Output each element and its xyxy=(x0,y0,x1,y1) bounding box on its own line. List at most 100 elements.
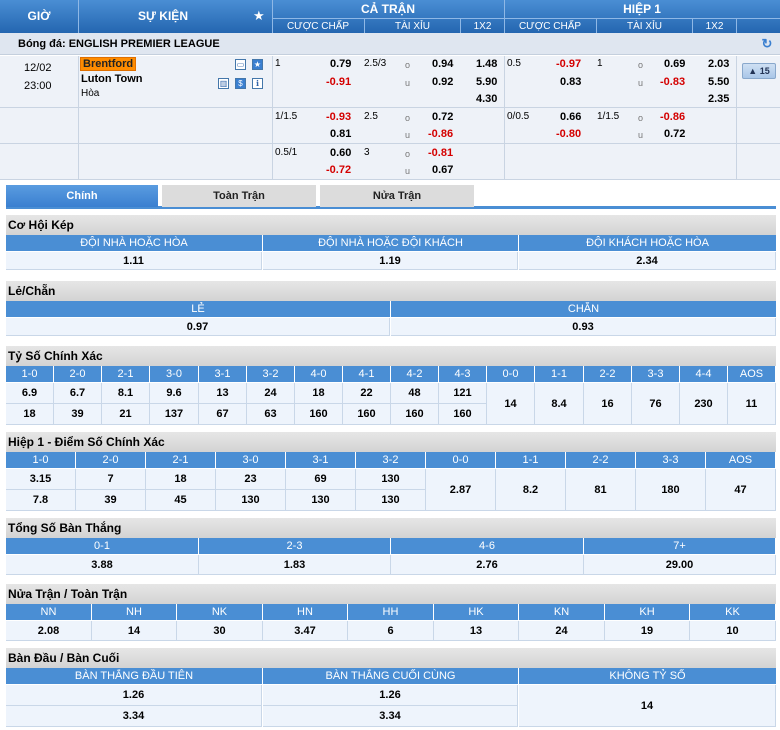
odds-value[interactable]: 1.26 xyxy=(263,685,518,706)
odds-value[interactable]: 1.83 xyxy=(199,555,391,575)
odds-value[interactable]: 121 xyxy=(439,383,487,404)
ft-handicap-home[interactable]: 0.60 xyxy=(330,147,351,159)
ft-over-odds[interactable]: 0.94 xyxy=(432,58,453,70)
tab-main[interactable]: Chính xyxy=(6,185,158,207)
h1-under-odds[interactable]: -0.83 xyxy=(660,76,685,88)
odds-value[interactable]: 30 xyxy=(177,621,263,641)
away-team[interactable]: Luton Town xyxy=(81,73,143,85)
tab-half-match[interactable]: Nửa Trận xyxy=(320,185,474,207)
odds-value[interactable]: 160 xyxy=(391,404,439,425)
ft-over-odds[interactable]: -0.81 xyxy=(428,147,453,159)
odds-value[interactable]: 11 xyxy=(728,383,776,425)
odds-value[interactable]: 6 xyxy=(348,621,434,641)
odds-value[interactable]: 16 xyxy=(584,383,632,425)
odds-value[interactable]: 1.11 xyxy=(6,252,262,270)
odds-value[interactable]: 180 xyxy=(636,469,706,511)
odds-value[interactable]: 14 xyxy=(92,621,177,641)
odds-value[interactable]: 0.97 xyxy=(6,318,390,336)
tab-full-match[interactable]: Toàn Trận xyxy=(162,185,316,207)
odds-value[interactable]: 130 xyxy=(286,490,356,511)
odds-value[interactable]: 14 xyxy=(487,383,535,425)
ft-under-odds[interactable]: 0.92 xyxy=(432,76,453,88)
odds-value[interactable]: 1.19 xyxy=(263,252,518,270)
odds-value[interactable]: 13 xyxy=(199,383,247,404)
odds-value[interactable]: 1.26 xyxy=(6,685,262,706)
odds-value[interactable]: 160 xyxy=(439,404,487,425)
ft-1x2-home[interactable]: 1.48 xyxy=(476,58,497,70)
ft-handicap-home[interactable]: 0.79 xyxy=(330,58,351,70)
odds-value[interactable]: 137 xyxy=(150,404,199,425)
favorite-star-icon[interactable]: ★ xyxy=(252,59,263,70)
odds-value[interactable]: 3.15 xyxy=(6,469,76,490)
odds-value[interactable]: 3.47 xyxy=(263,621,348,641)
odds-value[interactable]: 22 xyxy=(343,383,391,404)
odds-value[interactable]: 6.7 xyxy=(54,383,102,404)
odds-value[interactable]: 63 xyxy=(247,404,295,425)
live-tv-icon[interactable]: ▭ xyxy=(235,59,246,70)
h1-handicap-away[interactable]: 0.83 xyxy=(560,76,581,88)
odds-value[interactable]: 6.9 xyxy=(6,383,54,404)
odds-value[interactable]: 69 xyxy=(286,469,356,490)
h1-over-odds[interactable]: 0.69 xyxy=(664,58,685,70)
info-icon[interactable]: ℹ xyxy=(252,78,263,89)
h1-1x2-away[interactable]: 5.50 xyxy=(708,76,729,88)
ft-over-odds[interactable]: 0.72 xyxy=(432,111,453,123)
odds-value[interactable]: 39 xyxy=(54,404,102,425)
odds-value[interactable]: 8.2 xyxy=(496,469,566,511)
odds-value[interactable]: 48 xyxy=(391,383,439,404)
odds-value[interactable]: 2.76 xyxy=(391,555,584,575)
odds-value[interactable]: 81 xyxy=(566,469,636,511)
odds-value[interactable]: 7 xyxy=(76,469,146,490)
h1-over-odds[interactable]: -0.86 xyxy=(660,111,685,123)
odds-value[interactable]: 160 xyxy=(343,404,391,425)
stats-chart-icon[interactable]: ▥ xyxy=(218,78,229,89)
odds-value[interactable]: 10 xyxy=(690,621,776,641)
odds-value[interactable]: 45 xyxy=(146,490,216,511)
odds-value[interactable]: 8.1 xyxy=(102,383,150,404)
odds-value[interactable]: 24 xyxy=(247,383,295,404)
odds-value[interactable]: 14 xyxy=(519,685,776,727)
odds-value[interactable]: 2.08 xyxy=(6,621,92,641)
odds-value[interactable]: 7.8 xyxy=(6,490,76,511)
more-bets-button[interactable]: ▲ 15 xyxy=(742,63,776,79)
odds-value[interactable]: 18 xyxy=(6,404,54,425)
ft-handicap-away[interactable]: 0.81 xyxy=(330,128,351,140)
odds-value[interactable]: 24 xyxy=(519,621,605,641)
ft-handicap-away[interactable]: -0.72 xyxy=(326,164,351,176)
odds-value[interactable]: 76 xyxy=(632,383,680,425)
odds-value[interactable]: 3.88 xyxy=(6,555,199,575)
h1-handicap-home[interactable]: -0.97 xyxy=(556,58,581,70)
odds-value[interactable]: 130 xyxy=(356,469,426,490)
odds-value[interactable]: 18 xyxy=(295,383,343,404)
bet-dollar-icon[interactable]: $ xyxy=(235,78,246,89)
home-team[interactable]: Brentford xyxy=(80,57,137,71)
odds-value[interactable]: 2.34 xyxy=(519,252,776,270)
h1-handicap-home[interactable]: 0.66 xyxy=(560,111,581,123)
odds-value[interactable]: 160 xyxy=(295,404,343,425)
odds-value[interactable]: 13 xyxy=(434,621,519,641)
odds-value[interactable]: 67 xyxy=(199,404,247,425)
odds-value[interactable]: 23 xyxy=(216,469,286,490)
odds-value[interactable]: 29.00 xyxy=(584,555,776,575)
refresh-icon[interactable]: ↻ xyxy=(760,37,774,51)
ft-under-odds[interactable]: -0.86 xyxy=(428,128,453,140)
favorites-star-icon[interactable]: ★ xyxy=(253,9,267,23)
odds-value[interactable]: 3.34 xyxy=(6,706,262,727)
odds-value[interactable]: 47 xyxy=(706,469,776,511)
ft-1x2-draw[interactable]: 4.30 xyxy=(476,93,497,105)
odds-value[interactable]: 230 xyxy=(680,383,728,425)
odds-value[interactable]: 18 xyxy=(146,469,216,490)
odds-value[interactable]: 21 xyxy=(102,404,150,425)
h1-1x2-draw[interactable]: 2.35 xyxy=(708,93,729,105)
odds-value[interactable]: 130 xyxy=(216,490,286,511)
odds-value[interactable]: 9.6 xyxy=(150,383,199,404)
odds-value[interactable]: 39 xyxy=(76,490,146,511)
odds-value[interactable]: 19 xyxy=(605,621,690,641)
odds-value[interactable]: 3.34 xyxy=(263,706,518,727)
odds-value[interactable]: 130 xyxy=(356,490,426,511)
ft-handicap-home[interactable]: -0.93 xyxy=(326,111,351,123)
odds-value[interactable]: 2.87 xyxy=(426,469,496,511)
odds-value[interactable]: 8.4 xyxy=(535,383,584,425)
h1-handicap-away[interactable]: -0.80 xyxy=(556,128,581,140)
ft-under-odds[interactable]: 0.67 xyxy=(432,164,453,176)
